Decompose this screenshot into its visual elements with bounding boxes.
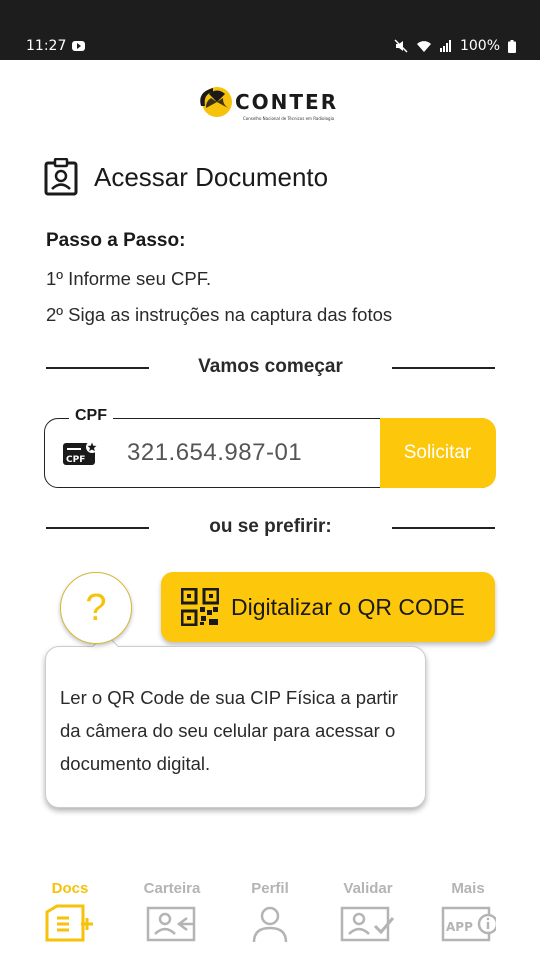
logo-subtitle: Conselho Nacional de Técnicos em Radiolo… — [243, 116, 335, 121]
nav-validar-label: Validar — [343, 880, 393, 897]
status-icons: 100% — [394, 38, 516, 54]
battery-icon — [508, 39, 516, 53]
svg-text:APP: APP — [446, 920, 473, 934]
help-button[interactable]: ? — [60, 572, 132, 644]
status-time: 11:27 — [26, 38, 67, 54]
person-icon — [252, 906, 288, 943]
docs-add-icon — [45, 904, 93, 942]
nav-item-validar[interactable]: Validar — [318, 880, 418, 944]
wifi-icon — [416, 40, 431, 52]
cpf-card-icon: CPF — [63, 441, 98, 465]
qr-help-text: Ler o QR Code de sua CIP Física a partir… — [60, 687, 398, 774]
youtube-notification-icon — [72, 41, 86, 51]
bottom-nav: Docs Carteira Perfil Validar Mais APP — [0, 880, 540, 960]
nav-item-docs[interactable]: Docs — [20, 880, 120, 944]
signal-icon — [439, 40, 451, 52]
cpf-icon-text: CPF — [66, 455, 85, 465]
nav-item-mais[interactable]: Mais APP — [418, 880, 518, 944]
id-badge-icon — [44, 158, 78, 196]
page-title-row: Acessar Documento — [44, 158, 328, 196]
divider-alt: ou se prefirir: — [46, 512, 495, 542]
wallet-card-icon — [146, 906, 196, 942]
nav-item-carteira[interactable]: Carteira — [122, 880, 222, 944]
divider-start: Vamos começar — [46, 352, 495, 382]
step-2: 2º Siga as instruções na captura das fot… — [46, 304, 393, 325]
qr-code-icon — [181, 588, 219, 626]
cpf-field-label: CPF — [69, 407, 113, 425]
divider-line-right — [392, 367, 495, 369]
scan-qr-label: Digitalizar o QR CODE — [231, 593, 465, 620]
steps-title: Passo a Passo: — [46, 230, 186, 251]
nav-docs-label: Docs — [51, 880, 89, 897]
nav-perfil-label: Perfil — [251, 880, 289, 897]
battery-percent: 100% — [459, 38, 500, 54]
step-1: 1º Informe seu CPF. — [46, 268, 212, 289]
conter-logo: CONTER Conselho Nacional de Técnicos em … — [195, 84, 340, 126]
cpf-input[interactable]: 321.654.987-01 — [127, 439, 302, 467]
mute-icon — [394, 39, 408, 53]
qr-help-tooltip: Ler o QR Code de sua CIP Física a partir… — [45, 646, 426, 808]
request-button[interactable]: Solicitar — [379, 417, 496, 488]
cpf-field[interactable]: CPF CPF 321.654.987-01 Solicitar — [44, 407, 496, 488]
nav-mais-label: Mais — [451, 880, 485, 897]
status-bar: 11:27 100% — [0, 0, 540, 60]
status-time-group: 11:27 — [26, 38, 86, 54]
nav-carteira-label: Carteira — [143, 880, 201, 897]
nav-item-perfil[interactable]: Perfil — [220, 880, 320, 944]
page-title: Acessar Documento — [94, 161, 329, 192]
app-more-icon: APP — [441, 906, 496, 942]
validate-card-icon — [340, 906, 395, 942]
logo-text: CONTER — [235, 90, 338, 114]
divider-line-right — [392, 527, 495, 529]
scan-qr-button[interactable]: Digitalizar o QR CODE — [161, 572, 495, 642]
